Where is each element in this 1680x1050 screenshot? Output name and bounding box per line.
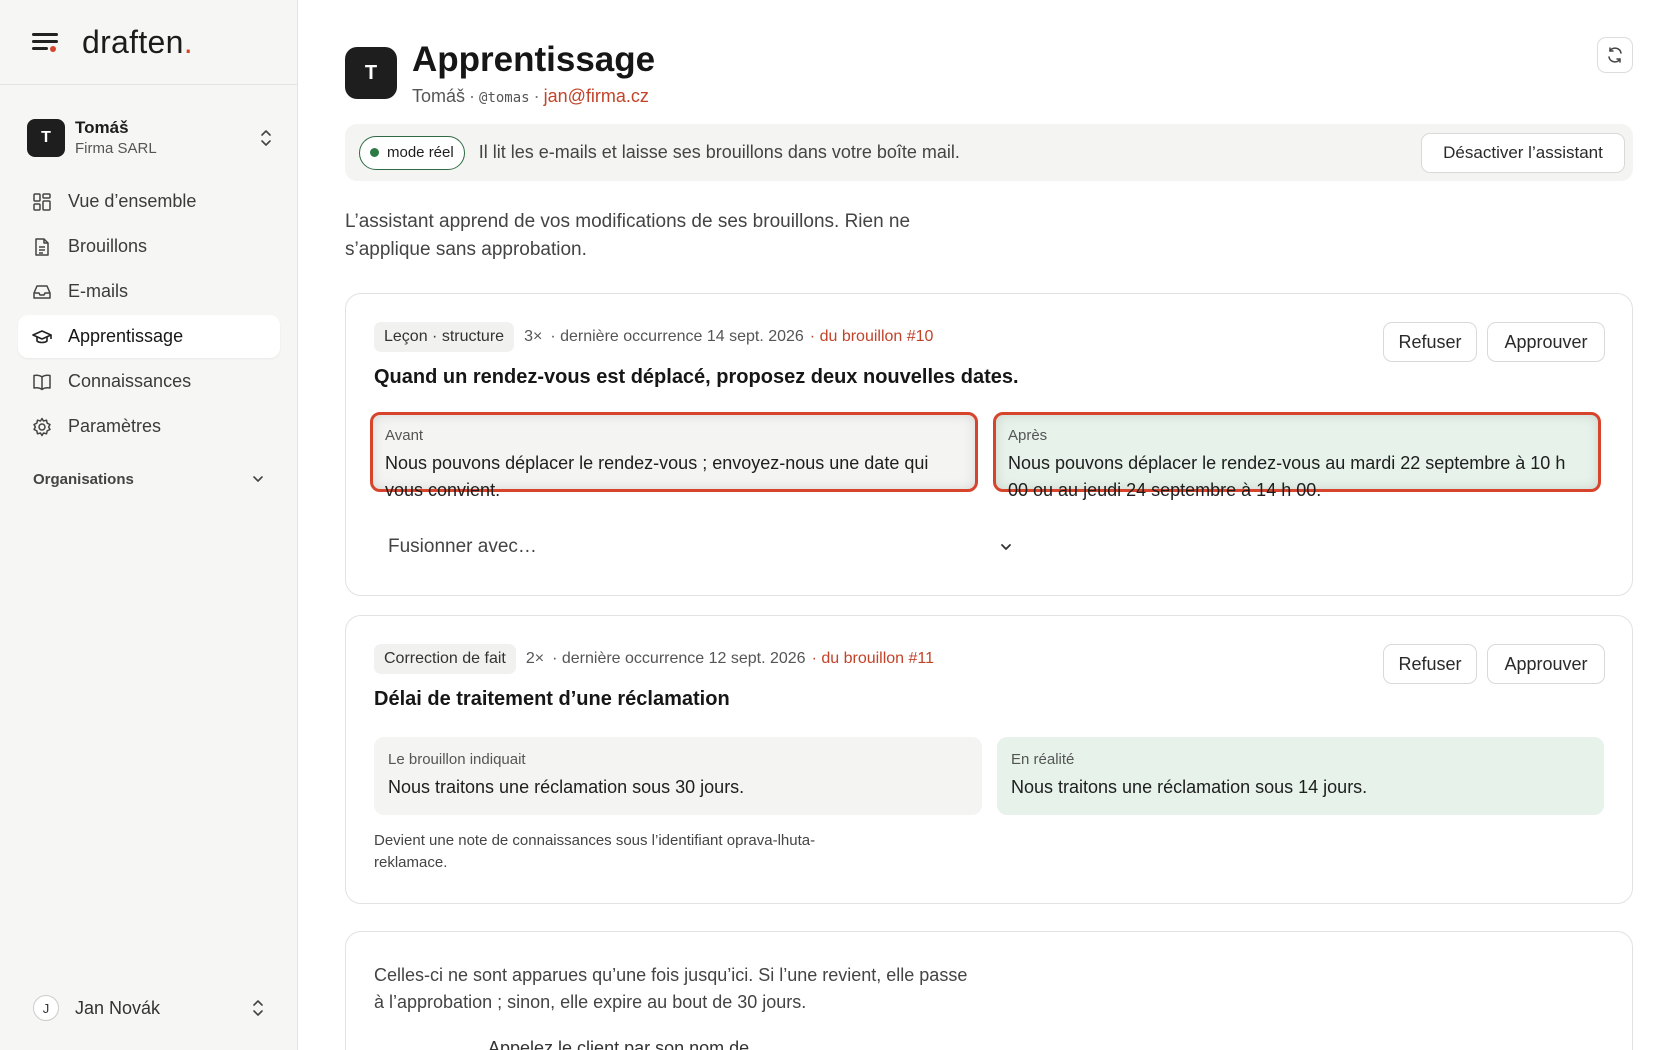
pending-item: Appelez le client par son nom de…: [488, 1038, 768, 1050]
sidebar-item-settings[interactable]: Paramètres: [18, 405, 280, 448]
separator: ·: [469, 86, 476, 106]
mode-banner: mode réel Il lit les e-mails et laisse s…: [345, 124, 1633, 181]
organisations-toggle[interactable]: Organisations: [33, 467, 265, 491]
graduation-cap-icon: [32, 329, 52, 343]
account-name: Tomáš: [75, 118, 129, 137]
sidebar-item-knowledge[interactable]: Connaissances: [18, 360, 280, 403]
lesson-meta: Correction de fait 2× · dernière occurre…: [374, 644, 934, 674]
deactivate-assistant-button[interactable]: Désactiver l’assistant: [1421, 133, 1625, 173]
lesson-card: Correction de fait 2× · dernière occurre…: [345, 615, 1633, 904]
merge-select-placeholder: Fusionner avec…: [388, 536, 537, 557]
after-label: Après: [1008, 427, 1048, 444]
merge-select[interactable]: Fusionner avec…: [374, 530, 1014, 564]
refresh-icon: [1608, 47, 1622, 63]
gear-icon: [33, 417, 51, 436]
sidebar-item-drafts[interactable]: Brouillons: [18, 225, 280, 268]
account-avatar: T: [27, 119, 65, 157]
sidebar-nav: Vue d’ensemble Brouillons E-mails Appren…: [18, 180, 280, 450]
before-label: Avant: [385, 427, 424, 444]
intro-text: L’assistant apprend de vos modifications…: [345, 211, 911, 260]
page-avatar: T: [345, 47, 397, 99]
sidebar-item-label: Vue d’ensemble: [68, 191, 197, 211]
sidebar: draften. T Tomáš Firma SARL Vue d’ensemb…: [0, 0, 298, 1050]
lesson-meta: Leçon · structure 3× · dernière occurren…: [374, 322, 933, 352]
sidebar-item-learning[interactable]: Apprentissage: [18, 315, 280, 358]
sidebar-item-label: Connaissances: [68, 371, 192, 391]
approve-button[interactable]: Approuver: [1487, 644, 1605, 684]
page-title: Apprentissage: [412, 40, 656, 79]
sidebar-item-label: E-mails: [68, 281, 129, 301]
lesson-title: Quand un rendez-vous est déplacé, propos…: [374, 366, 1019, 388]
lesson-title: Délai de traitement d’une réclamation: [374, 688, 730, 710]
account-switcher[interactable]: T Tomáš Firma SARL: [27, 117, 273, 159]
approve-button[interactable]: Approuver: [1487, 322, 1605, 362]
brand-bar: draften.: [0, 0, 297, 85]
chevron-up-down-icon: [253, 1000, 263, 1016]
header-email-link[interactable]: jan@firma.cz: [544, 86, 649, 107]
source-draft-link[interactable]: · du brouillon #11: [812, 650, 934, 668]
last-occurrence: · dernière occurrence 12 sept. 2026: [552, 650, 806, 667]
occurrence-count: 2×: [525, 650, 545, 667]
page-subtitle: Tomáš · @tomas · jan@firma.cz: [412, 86, 649, 107]
user-menu[interactable]: J Jan Novák: [33, 992, 265, 1024]
brand-logo: draften.: [82, 23, 193, 60]
organisations-label: Organisations: [33, 470, 134, 488]
refuse-button[interactable]: Refuser: [1383, 644, 1477, 684]
header-handle: @tomas: [479, 90, 530, 106]
source-draft-link[interactable]: · du brouillon #10: [810, 328, 934, 346]
reality-box: En réalité Nous traitons une réclamation…: [997, 737, 1604, 815]
sidebar-item-overview[interactable]: Vue d’ensemble: [18, 180, 280, 223]
account-org: Firma SARL: [75, 140, 157, 157]
page-header: T Apprentissage Tomáš · @tomas · jan@fir…: [345, 37, 1633, 112]
draft-said-box: Le brouillon indiquait Nous traitons une…: [374, 737, 982, 815]
menu-icon[interactable]: [32, 31, 60, 53]
avatar: J: [33, 995, 59, 1021]
sidebar-item-emails[interactable]: E-mails: [18, 270, 280, 313]
banner-text: Il lit les e-mails et laisse ses brouill…: [478, 142, 960, 162]
document-icon: [35, 237, 49, 256]
draft-said-text: Nous traitons une réclamation sous 30 jo…: [388, 777, 745, 797]
status-dot-icon: [370, 148, 379, 157]
header-name: Tomáš: [412, 86, 466, 106]
reality-text: Nous traitons une réclamation sous 14 jo…: [1011, 777, 1368, 797]
lesson-card: Leçon · structure 3× · dernière occurren…: [345, 293, 1633, 596]
before-text: Nous pouvons déplacer le rendez-vous ; e…: [385, 453, 929, 500]
sidebar-item-label: Paramètres: [68, 416, 162, 436]
separator: ·: [533, 86, 540, 106]
knowledge-note: Devient une note de connaissances sous l…: [374, 832, 816, 871]
before-box: Avant Nous pouvons déplacer le rendez-vo…: [370, 412, 978, 500]
sidebar-item-label: Brouillons: [68, 236, 148, 256]
refuse-button[interactable]: Refuser: [1383, 322, 1477, 362]
after-text: Nous pouvons déplacer le rendez-vous au …: [1008, 453, 1566, 500]
lesson-tag: Correction de fait: [374, 644, 516, 674]
inbox-icon: [33, 284, 51, 299]
chevron-down-icon: [1001, 544, 1011, 550]
after-box: Après Nous pouvons déplacer le rendez-vo…: [993, 412, 1601, 500]
occurrence-count: 3×: [524, 328, 543, 345]
chevron-down-icon: [253, 476, 263, 482]
main-content: T Apprentissage Tomáš · @tomas · jan@fir…: [345, 0, 1633, 1050]
status-badge: mode réel: [359, 135, 465, 170]
lesson-actions: Refuser Approuver: [1383, 322, 1605, 362]
chevron-up-down-icon: [261, 130, 271, 146]
draft-said-label: Le brouillon indiquait: [388, 751, 526, 768]
pending-card: Celles-ci ne sont apparues qu’une fois j…: [345, 931, 1633, 1050]
last-occurrence: · dernière occurrence 14 sept. 2026: [550, 328, 804, 345]
user-name: Jan Novák: [75, 997, 161, 1018]
lesson-actions: Refuser Approuver: [1383, 644, 1605, 684]
pending-text: Celles-ci ne sont apparues qu’une fois j…: [374, 965, 968, 1012]
sidebar-item-label: Apprentissage: [68, 326, 184, 346]
reality-label: En réalité: [1011, 751, 1075, 768]
grid-icon: [33, 192, 51, 211]
book-icon: [33, 374, 51, 390]
mode-label: mode réel: [387, 144, 454, 161]
lesson-tag: Leçon · structure: [374, 322, 515, 352]
refresh-button[interactable]: [1597, 37, 1633, 73]
